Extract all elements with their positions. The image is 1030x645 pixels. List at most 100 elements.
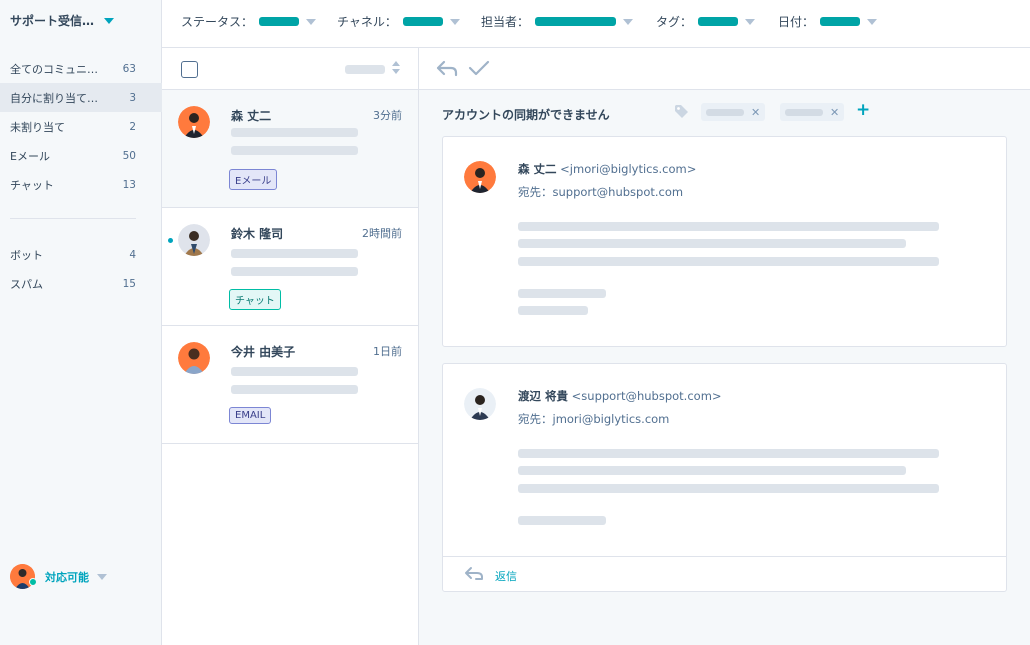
sidebar-item-chat[interactable]: チャット 13 [0, 170, 162, 199]
sidebar-item-label: 未割り当て [10, 120, 65, 134]
close-icon[interactable]: ✕ [830, 107, 839, 118]
tag-chip[interactable]: ✕ [780, 103, 845, 121]
sidebar-item-spam[interactable]: スパム 15 [0, 269, 162, 298]
body-line [518, 289, 606, 298]
channel-badge: チャット [229, 289, 281, 310]
sidebar-item-count: 63 [122, 62, 136, 75]
filter-status[interactable]: ステータス： [181, 13, 317, 30]
chevron-down-icon [97, 573, 107, 580]
sidebar-item-count: 2 [129, 120, 136, 133]
avatar [464, 161, 496, 193]
tag-chip[interactable]: ✕ [701, 103, 766, 121]
filter-owner[interactable]: 担当者： [481, 13, 634, 30]
sidebar-item-unassigned[interactable]: 未割り当て 2 [0, 112, 162, 141]
chevron-down-icon [867, 18, 878, 25]
inbox-title: サポート受信… [10, 14, 95, 28]
preview-line [231, 146, 358, 155]
sidebar-item-count: 13 [122, 178, 136, 191]
sender-name: 渡辺 将貴 [518, 389, 569, 403]
inbox-sidebar: サポート受信… 全てのコミュニ… 63 自分に割り当て… 3 未割り当て 2 E… [0, 0, 162, 645]
filter-label: タグ： [656, 15, 693, 29]
message-from: 森 丈二 <jmori@biglytics.com> [518, 161, 696, 177]
message-to: 宛先：support@hubspot.com [518, 185, 684, 199]
reply-bar[interactable]: 返信 [443, 556, 1006, 591]
filter-bar: ステータス： チャネル： 担当者： タグ： 日付： [162, 0, 1030, 48]
filter-channel[interactable]: チャネル： [337, 13, 460, 30]
conversation-item[interactable]: 鈴木 隆司 2時間前 チャット [162, 208, 418, 326]
chevron-down-icon [745, 18, 756, 25]
contact-name: 森 丈二 [231, 109, 272, 123]
conversation-detail: アカウントの同期ができません ✕ ✕ + 森 丈二 <jmori@biglyti… [419, 48, 1030, 645]
sender-address: <support@hubspot.com> [571, 389, 722, 403]
body-line [518, 257, 939, 266]
sidebar-item-label: Eメール [10, 149, 50, 163]
sender-address: <jmori@biglytics.com> [560, 162, 697, 176]
avatar [464, 388, 496, 420]
sidebar-item-count: 3 [129, 91, 136, 104]
message-to: 宛先：jmori@biglytics.com [518, 412, 670, 426]
conversation-item[interactable]: 今井 由美子 1日前 EMAIL [162, 326, 418, 444]
select-all-checkbox[interactable] [181, 61, 198, 78]
reply-button[interactable]: 返信 [495, 568, 517, 584]
conversation-list: 森 丈二 3分前 Eメール 鈴木 隆司 2時間前 チャット 今井 由美子 1日前… [162, 48, 419, 645]
availability-toggle[interactable]: 対応可能 [10, 564, 107, 589]
filter-label: 日付： [778, 15, 815, 29]
unread-indicator [168, 238, 173, 243]
chevron-down-icon [104, 17, 115, 24]
sidebar-item-bot[interactable]: ボット 4 [0, 240, 162, 269]
close-icon[interactable]: ✕ [751, 107, 760, 118]
preview-line [231, 267, 358, 276]
reply-arrow-icon [464, 566, 484, 586]
message-from: 渡辺 将貴 <support@hubspot.com> [518, 388, 722, 404]
sidebar-item-label: スパム [10, 277, 43, 291]
sender-name: 森 丈二 [518, 162, 557, 176]
sidebar-item-count: 50 [122, 149, 136, 162]
reply-arrow-icon[interactable] [436, 59, 458, 81]
filter-label: 担当者： [481, 15, 530, 29]
filter-tag[interactable]: タグ： [656, 13, 756, 30]
inbox-selector[interactable]: サポート受信… [10, 12, 115, 29]
sidebar-item-assigned-to-me[interactable]: 自分に割り当て… 3 [0, 83, 162, 112]
view-list: 全てのコミュニ… 63 自分に割り当て… 3 未割り当て 2 Eメール 50 チ… [0, 54, 162, 199]
view-list-secondary: ボット 4 スパム 15 [0, 240, 162, 298]
body-line [518, 239, 906, 248]
body-line [518, 449, 939, 458]
filter-label: チャネル： [337, 15, 397, 29]
sidebar-item-count: 15 [122, 277, 136, 290]
sidebar-item-label: 自分に割り当て… [10, 91, 98, 105]
conversation-item[interactable]: 森 丈二 3分前 Eメール [162, 90, 418, 208]
add-tag-icon[interactable]: + [856, 100, 870, 120]
avatar [178, 106, 210, 138]
message-card: 森 丈二 <jmori@biglytics.com> 宛先：support@hu… [442, 136, 1007, 347]
tag-chip-value [706, 108, 744, 116]
preview-line [231, 367, 358, 376]
contact-name: 鈴木 隆司 [231, 227, 284, 241]
detail-toolbar [419, 48, 1030, 90]
sidebar-item-email[interactable]: Eメール 50 [0, 141, 162, 170]
channel-badge: Eメール [229, 169, 278, 190]
filter-value-placeholder [535, 17, 617, 26]
filter-value-placeholder [820, 17, 861, 26]
filter-label: ステータス： [181, 15, 254, 29]
preview-line [231, 128, 358, 137]
sort-selector[interactable] [345, 65, 385, 74]
sidebar-divider [10, 218, 136, 219]
preview-line [231, 385, 358, 394]
chevron-down-icon [449, 18, 460, 25]
preview-line [231, 249, 358, 258]
body-line [518, 306, 588, 315]
sidebar-item-label: 全てのコミュニ… [10, 62, 98, 76]
body-line [518, 222, 939, 231]
contact-name: 今井 由美子 [231, 345, 296, 359]
tag-chip-value [785, 108, 823, 116]
body-line [518, 516, 606, 525]
message-card: 渡辺 将貴 <support@hubspot.com> 宛先：jmori@big… [442, 363, 1007, 592]
conversation-time: 3分前 [373, 109, 402, 122]
filter-date[interactable]: 日付： [778, 13, 878, 30]
body-line [518, 484, 939, 493]
check-icon[interactable] [468, 59, 490, 81]
sidebar-item-all[interactable]: 全てのコミュニ… 63 [0, 54, 162, 83]
sort-arrows-icon[interactable] [392, 61, 400, 74]
channel-badge: EMAIL [229, 407, 272, 424]
sidebar-item-label: チャット [10, 178, 54, 192]
